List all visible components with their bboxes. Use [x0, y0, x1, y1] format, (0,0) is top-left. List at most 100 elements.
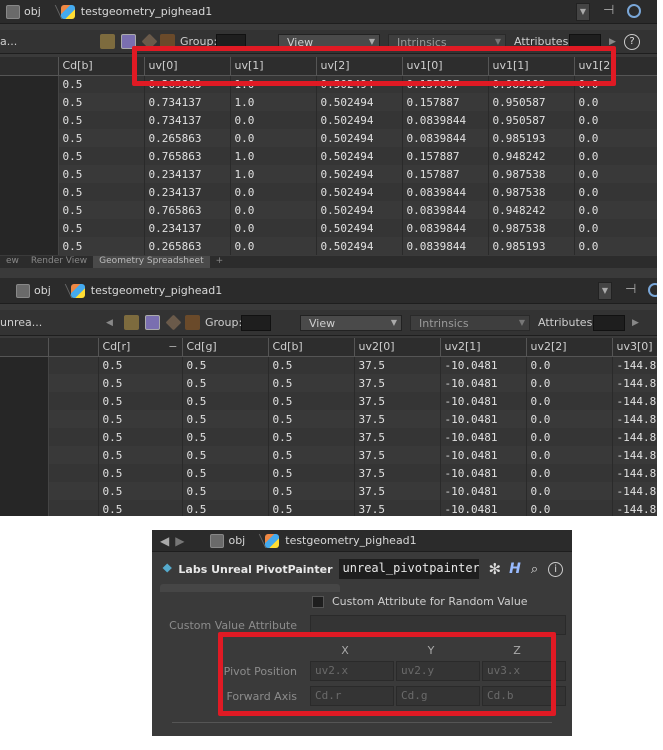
view-dropdown[interactable]: View ▼ [300, 314, 402, 331]
table-cell[interactable]: -10.0481 [440, 356, 527, 374]
random-value-checkbox[interactable] [312, 596, 324, 608]
table-cell[interactable]: 0.5 [58, 219, 145, 237]
link-icon[interactable] [627, 4, 641, 18]
table-cell[interactable]: 0.0 [526, 356, 613, 374]
table-cell[interactable]: 0.5 [268, 464, 355, 482]
table-cell[interactable]: -144.8 [612, 464, 657, 482]
table-cell[interactable]: 0.950587 [488, 93, 575, 111]
table-cell[interactable]: 0.0 [574, 129, 657, 147]
table-cell[interactable]: 0.0 [230, 183, 317, 201]
table-cell[interactable]: 0.5 [182, 356, 269, 374]
table-cell[interactable]: -144.8 [612, 446, 657, 464]
table-cell[interactable]: -144.8 [612, 428, 657, 446]
table-cell[interactable]: 0.0 [230, 219, 317, 237]
table-cell[interactable]: -10.0481 [440, 410, 527, 428]
table-cell[interactable]: -10.0481 [440, 446, 527, 464]
table-row[interactable]: 0.5 0.5 0.5 37.5 -10.0481 0.0 -144.8 [0, 464, 657, 482]
forward-arrow-icon[interactable]: ▶ [175, 534, 184, 548]
table-row[interactable]: 0.5 0.5 0.5 37.5 -10.0481 0.0 -144.8 [0, 374, 657, 392]
table-cell[interactable]: 0.0839844 [402, 201, 489, 219]
table-row[interactable]: 0.5 0.765863 1.0 0.502494 0.157887 0.948242 0.… [0, 147, 657, 165]
table-cell[interactable]: 0.987538 [488, 183, 575, 201]
table-cell[interactable]: 0.502494 [316, 219, 403, 237]
table-cell[interactable]: 0.5 [58, 93, 145, 111]
table-cell[interactable]: 0.5 [58, 129, 145, 147]
link-icon[interactable] [648, 283, 657, 297]
table-cell[interactable]: 0.5 [98, 482, 183, 500]
table-cell[interactable]: 0.5 [98, 500, 183, 516]
table-cell[interactable]: 0.265863 [144, 129, 231, 147]
table-row[interactable]: 0.5 0.734137 0.0 0.502494 0.0839844 0.950587 0… [0, 111, 657, 129]
table-row[interactable]: 0.5 0.5 0.5 37.5 -10.0481 0.0 -144.8 [0, 500, 657, 516]
table-cell[interactable]: 0.734137 [144, 93, 231, 111]
table-row[interactable]: 0.5 0.234137 0.0 0.502494 0.0839844 0.987538 0… [0, 183, 657, 201]
table-cell[interactable]: 0.5 [182, 428, 269, 446]
table-cell[interactable]: 37.5 [354, 374, 441, 392]
table-cell[interactable]: 0.987538 [488, 165, 575, 183]
table-cell[interactable]: 0.5 [182, 392, 269, 410]
table-cell[interactable]: 1.0 [230, 93, 317, 111]
path-dropdown-icon[interactable]: ▼ [576, 3, 590, 21]
table-cell[interactable]: 0.948242 [488, 201, 575, 219]
table-cell[interactable]: 0.0839844 [402, 237, 489, 255]
table-cell[interactable]: 0.5 [268, 482, 355, 500]
table-row[interactable]: 0.5 0.5 0.5 37.5 -10.0481 0.0 -144.8 [0, 446, 657, 464]
table-cell[interactable]: -144.8 [612, 500, 657, 516]
table-cell[interactable]: 37.5 [354, 392, 441, 410]
table-cell[interactable]: 0.234137 [144, 183, 231, 201]
table-cell[interactable]: 0.265863 [144, 237, 231, 255]
table-row[interactable]: 0.5 0.5 0.5 37.5 -10.0481 0.0 -144.8 [0, 392, 657, 410]
table-cell[interactable]: 0.5 [98, 410, 183, 428]
table-row[interactable]: 0.5 0.234137 1.0 0.502494 0.157887 0.987538 0.… [0, 165, 657, 183]
table-cell[interactable]: 0.734137 [144, 111, 231, 129]
group-field[interactable] [241, 314, 271, 331]
node-path-label[interactable]: testgeometry_pighead1 [285, 534, 416, 547]
table-row[interactable]: 0.5 0.5 0.5 37.5 -10.0481 0.0 -144.8 [0, 428, 657, 446]
table-cell[interactable]: -10.0481 [440, 392, 527, 410]
table-cell[interactable]: -10.0481 [440, 482, 527, 500]
toolbar-scroll-left-icon[interactable]: ◀ [106, 318, 113, 328]
tab-render-view[interactable]: Render View [25, 256, 93, 268]
tab-scene-view[interactable]: ew [0, 256, 25, 268]
table-cell[interactable]: 0.5 [268, 500, 355, 516]
table-cell[interactable]: -10.0481 [440, 500, 527, 516]
table-cell[interactable]: 37.5 [354, 356, 441, 374]
add-tab-button[interactable]: + [210, 256, 230, 268]
table-cell[interactable]: 0.234137 [144, 219, 231, 237]
table-row[interactable]: 0.5 0.265863 0.0 0.502494 0.0839844 0.985193 0… [0, 237, 657, 255]
table-cell[interactable]: 0.502494 [316, 93, 403, 111]
table-row[interactable]: 0.5 0.234137 0.0 0.502494 0.0839844 0.987538 0… [0, 219, 657, 237]
table-cell[interactable]: 0.157887 [402, 93, 489, 111]
table-cell[interactable]: 0.0 [230, 111, 317, 129]
table-cell[interactable]: 0.502494 [316, 129, 403, 147]
table-cell[interactable]: 37.5 [354, 428, 441, 446]
obj-path-button[interactable]: obj [0, 0, 47, 23]
node-path-label[interactable]: testgeometry_pighead1 [91, 284, 222, 297]
table-cell[interactable]: 0.0 [526, 374, 613, 392]
table-cell[interactable]: 0.0 [230, 237, 317, 255]
table-cell[interactable]: 0.502494 [316, 183, 403, 201]
table-cell[interactable]: 0.5 [268, 392, 355, 410]
table-cell[interactable]: 0.5 [268, 356, 355, 374]
table-cell[interactable]: 0.5 [182, 374, 269, 392]
table-cell[interactable]: 0.5 [182, 482, 269, 500]
table-cell[interactable]: 0.0 [526, 464, 613, 482]
detail-mode-icon[interactable] [185, 315, 200, 330]
table-cell[interactable]: 0.5 [182, 464, 269, 482]
table-cell[interactable]: -10.0481 [440, 374, 527, 392]
column-header[interactable]: uv2[1] [440, 338, 527, 357]
table-row[interactable]: 0.5 0.765863 0.0 0.502494 0.0839844 0.948242 0… [0, 201, 657, 219]
table-cell[interactable]: 0.5 [268, 410, 355, 428]
help-icon[interactable]: ? [624, 33, 640, 50]
table-cell[interactable]: 0.5 [98, 428, 183, 446]
gear-icon[interactable]: ✻ [489, 560, 502, 578]
table-cell[interactable]: 0.5 [268, 428, 355, 446]
column-header[interactable]: Cd[b] [268, 338, 355, 357]
table-cell[interactable]: 37.5 [354, 410, 441, 428]
table-cell[interactable]: 0.0839844 [402, 111, 489, 129]
help-h-icon[interactable]: H [509, 561, 521, 577]
table-cell[interactable]: 0.0839844 [402, 219, 489, 237]
node-selector-label[interactable]: a... [0, 35, 17, 48]
table-cell[interactable]: 0.0 [526, 428, 613, 446]
table-cell[interactable]: 0.157887 [402, 165, 489, 183]
